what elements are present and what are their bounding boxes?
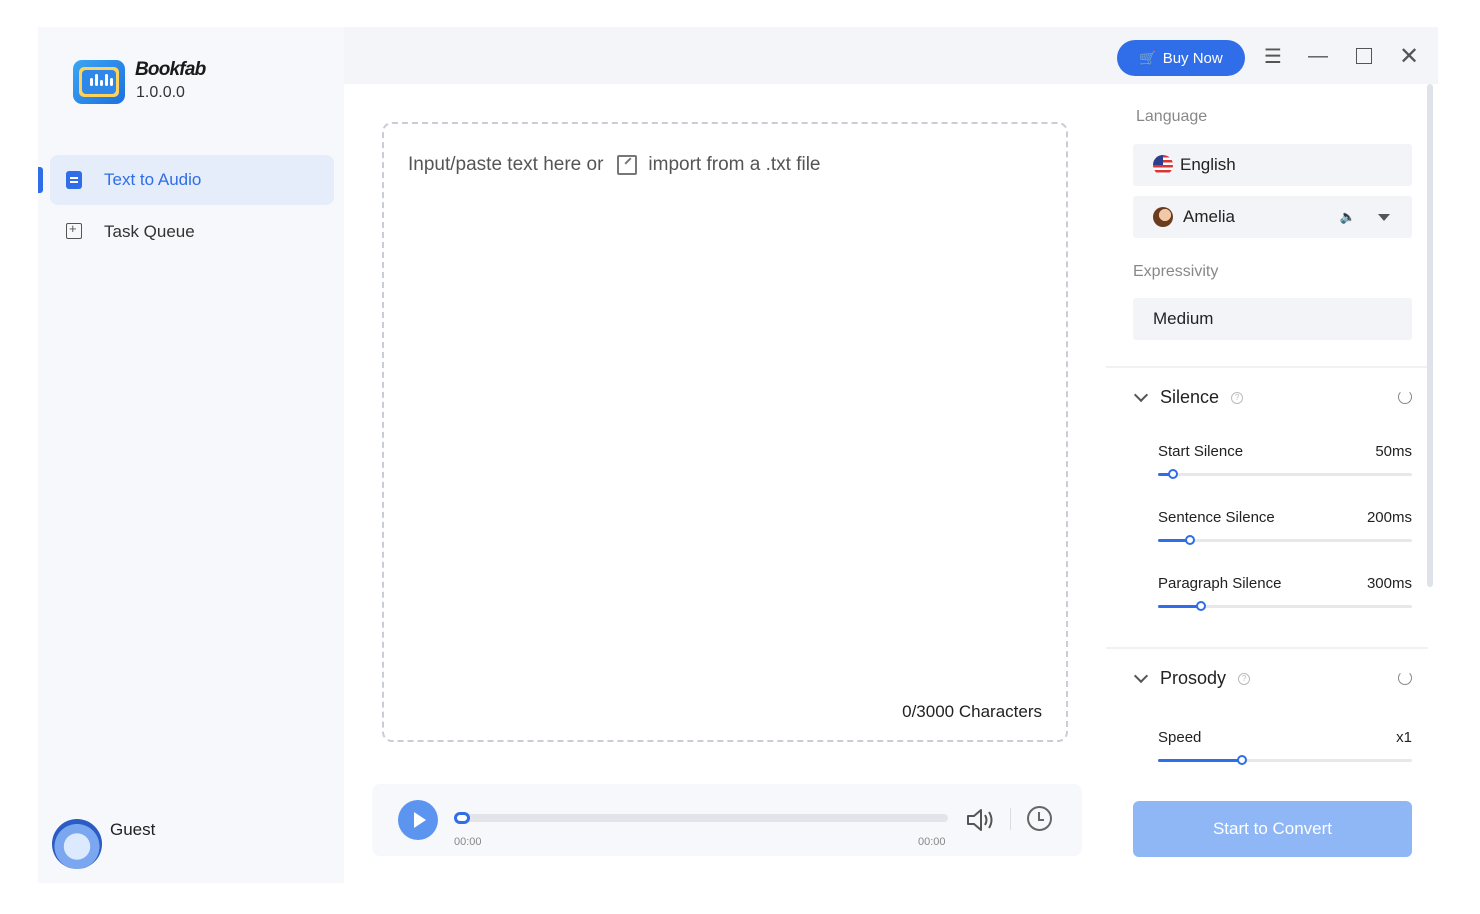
cart-icon: 🛒	[1139, 49, 1157, 66]
text-placeholder: Input/paste text here or import from a .…	[408, 154, 821, 176]
placeholder-text: Input/paste text here or	[408, 154, 604, 175]
current-time: 00:00	[454, 836, 482, 848]
app-name: Bookfab	[135, 59, 206, 80]
slider-fill	[1158, 605, 1202, 608]
import-txt-link[interactable]: import from a .txt file	[617, 154, 821, 176]
editor-panel: Input/paste text here or import from a .…	[344, 84, 1106, 883]
text-input-area[interactable]: Input/paste text here or import from a .…	[382, 122, 1068, 742]
language-label: Language	[1136, 108, 1208, 125]
sidebar-item-label: Task Queue	[104, 222, 195, 241]
silence-section-toggle[interactable]: Silence ?	[1133, 387, 1244, 408]
playback-progress-knob[interactable]	[454, 812, 470, 824]
slider-label: Start Silence	[1158, 443, 1244, 460]
app-version: 1.0.0.0	[136, 84, 185, 101]
total-time: 00:00	[918, 836, 946, 848]
slider-knob[interactable]	[1184, 535, 1195, 545]
expressivity-label: Expressivity	[1133, 263, 1219, 280]
expressivity-value: Medium	[1153, 309, 1214, 328]
document-icon	[66, 171, 84, 189]
user-name[interactable]: Guest	[110, 820, 155, 840]
voice-avatar-icon	[1153, 207, 1173, 227]
us-flag-icon	[1153, 155, 1173, 175]
slider-label: Sentence Silence	[1158, 509, 1275, 526]
slider-track[interactable]	[1158, 755, 1412, 765]
app-logo-icon	[73, 60, 125, 104]
volume-icon[interactable]	[965, 806, 995, 834]
player-divider	[1010, 808, 1011, 830]
play-button[interactable]	[398, 800, 438, 840]
menu-icon[interactable]: ☰	[1258, 41, 1288, 71]
slider-value: 200ms	[1366, 509, 1412, 526]
character-count: 0/3000 Characters	[902, 702, 1042, 721]
minimize-icon[interactable]: —	[1303, 41, 1333, 71]
import-file-icon	[617, 155, 638, 175]
slider-label: Paragraph Silence	[1158, 575, 1282, 592]
playback-progress-bar[interactable]	[454, 812, 948, 824]
slider-label: Speed	[1158, 729, 1202, 746]
chevron-down-icon[interactable]	[1378, 213, 1390, 221]
section-divider	[1106, 366, 1428, 368]
section-divider	[1106, 647, 1428, 649]
slider-value: x1	[1396, 729, 1412, 746]
slider-value: 300ms	[1366, 575, 1412, 592]
timer-icon[interactable]	[1027, 806, 1052, 831]
sidebar: Bookfab 1.0.0.0 Text to Audio Task Queue…	[38, 27, 344, 883]
silence-reset-icon[interactable]	[1398, 390, 1412, 404]
slider-value: 50ms	[1375, 443, 1412, 460]
prosody-title: Prosody	[1160, 668, 1227, 688]
expressivity-select[interactable]: Medium	[1133, 298, 1412, 340]
help-icon[interactable]: ?	[1231, 391, 1244, 404]
buy-now-label: Buy Now	[1162, 49, 1223, 67]
voice-value: Amelia	[1183, 207, 1235, 226]
chevron-down-icon	[1133, 668, 1149, 683]
voice-select[interactable]: Amelia 🔈	[1133, 196, 1412, 238]
slider-track[interactable]	[1158, 535, 1412, 545]
queue-icon	[66, 221, 84, 241]
slider-knob[interactable]	[1236, 755, 1247, 765]
language-select[interactable]: English	[1133, 144, 1412, 186]
help-icon[interactable]: ?	[1238, 672, 1251, 685]
slider-fill	[1158, 759, 1242, 762]
slider-track[interactable]	[1158, 601, 1412, 611]
active-nav-indicator	[38, 167, 43, 193]
buy-now-button[interactable]: 🛒 Buy Now	[1117, 40, 1245, 76]
slider-knob[interactable]	[1168, 469, 1179, 479]
slider-knob[interactable]	[1196, 601, 1207, 611]
user-avatar[interactable]	[52, 819, 102, 869]
voice-preview-icon[interactable]: 🔈	[1340, 209, 1356, 225]
maximize-icon[interactable]	[1349, 41, 1379, 71]
app-window: Bookfab 1.0.0.0 Text to Audio Task Queue…	[38, 27, 1438, 883]
settings-scrollbar[interactable]	[1427, 84, 1433, 587]
language-value: English	[1180, 155, 1236, 174]
settings-panel: Language English Amelia 🔈 Expressivity M…	[1106, 84, 1438, 883]
chevron-down-icon	[1133, 387, 1149, 402]
sidebar-item-text-to-audio[interactable]: Text to Audio	[50, 155, 334, 205]
silence-title: Silence	[1160, 387, 1220, 407]
prosody-section-toggle[interactable]: Prosody ?	[1133, 668, 1251, 689]
close-icon[interactable]: ✕	[1394, 41, 1424, 71]
prosody-reset-icon[interactable]	[1398, 671, 1412, 685]
import-label: import from a .txt file	[648, 154, 821, 175]
audio-player: 00:00 00:00	[372, 784, 1082, 856]
sidebar-item-label: Text to Audio	[104, 170, 202, 189]
start-convert-button[interactable]: Start to Convert	[1133, 801, 1412, 857]
slider-track[interactable]	[1158, 469, 1412, 479]
sidebar-item-task-queue[interactable]: Task Queue	[50, 207, 334, 257]
